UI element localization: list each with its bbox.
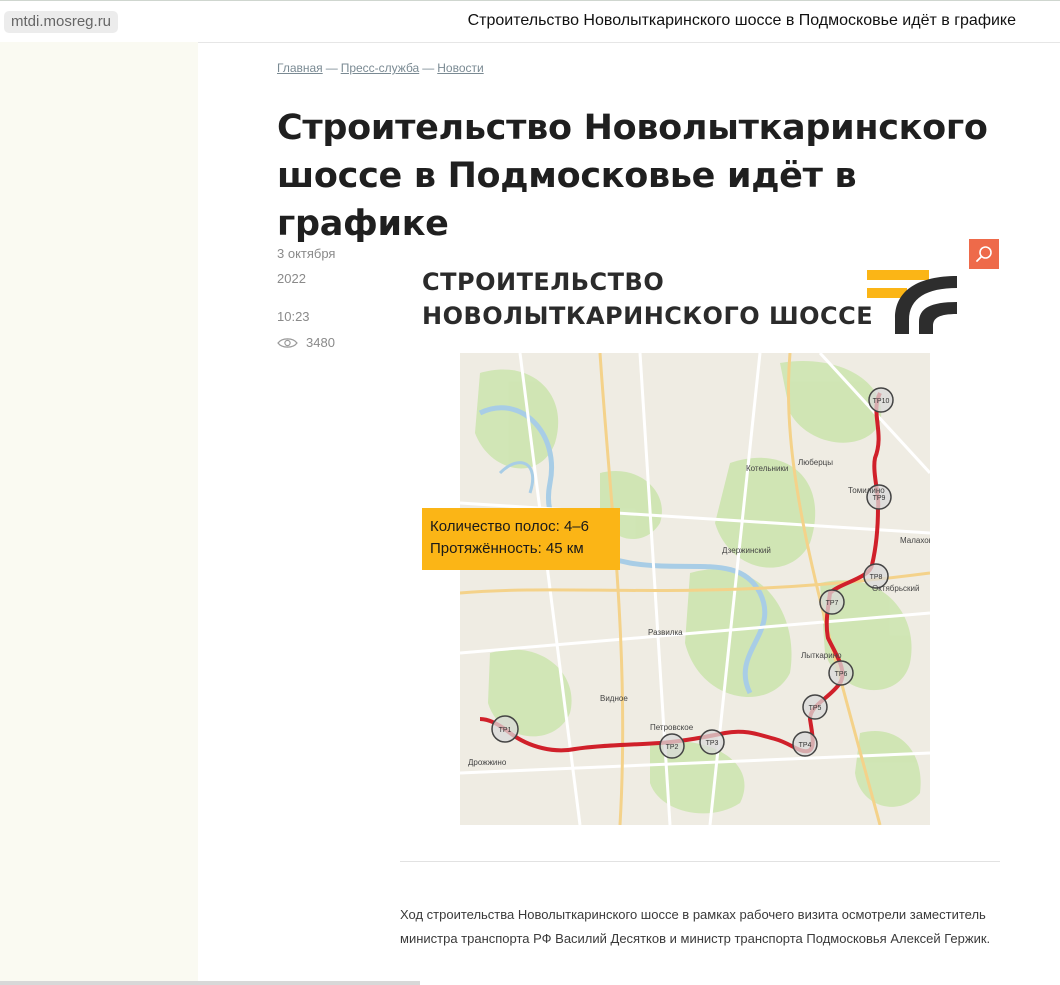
breadcrumb-home[interactable]: Главная <box>277 61 323 75</box>
svg-text:Дзержинский: Дзержинский <box>722 546 771 555</box>
image-title: СТРОИТЕЛЬСТВО НОВОЛЫТКАРИНСКОГО ШОССЕ <box>422 265 873 333</box>
svg-text:ТР10: ТР10 <box>873 398 890 405</box>
svg-text:Малаховка: Малаховка <box>900 536 930 545</box>
svg-text:Петровское: Петровское <box>650 723 694 732</box>
article-meta: 3 октября 2022 10:23 3480 <box>277 241 335 355</box>
map-graphic: ТР1 ТР2 ТР3 ТР4 ТР5 ТР6 ТР7 ТР8 ТР9 ТР10… <box>460 353 930 825</box>
date-day: 3 октября <box>277 246 336 261</box>
page-title: Строительство Новолыткаринского шоссе в … <box>277 108 988 244</box>
image-title-line2: НОВОЛЫТКАРИНСКОГО ШОССЕ <box>422 302 874 330</box>
svg-text:ТР9: ТР9 <box>873 495 886 502</box>
svg-text:Томилино: Томилино <box>848 486 885 495</box>
info-lanes: Количество полос: 4–6 <box>430 518 589 535</box>
svg-text:Люберцы: Люберцы <box>798 458 833 467</box>
svg-text:Котельники: Котельники <box>746 464 788 473</box>
article-body: Ход строительства Новолыткаринского шосс… <box>400 907 991 946</box>
article-image[interactable]: СТРОИТЕЛЬСТВО НОВОЛЫТКАРИНСКОГО ШОССЕ ТР… <box>400 240 1000 840</box>
svg-text:ТР5: ТР5 <box>809 705 822 712</box>
image-title-line1: СТРОИТЕЛЬСТВО <box>422 268 665 296</box>
svg-text:ТР1: ТР1 <box>499 727 512 734</box>
publish-time: 10:23 <box>277 309 310 324</box>
svg-text:Дрожжино: Дрожжино <box>468 758 507 767</box>
svg-text:Октябрьский: Октябрьский <box>872 584 919 593</box>
route-map[interactable]: ТР1 ТР2 ТР3 ТР4 ТР5 ТР6 ТР7 ТР8 ТР9 ТР10… <box>460 353 930 825</box>
breadcrumb-separator: — <box>325 61 338 75</box>
view-counter: 3480 <box>277 330 335 355</box>
svg-text:ТР3: ТР3 <box>706 740 719 747</box>
site-domain[interactable]: mtdi.mosreg.ru <box>4 11 119 33</box>
breadcrumb-separator: — <box>422 61 435 75</box>
zoom-button[interactable] <box>969 239 999 269</box>
breadcrumb-press[interactable]: Пресс-служба <box>341 61 420 75</box>
breadcrumb: Главная — Пресс-служба — Новости <box>277 61 484 75</box>
info-box: Количество полос: 4–6 Протяжённость: 45 … <box>422 508 620 570</box>
header-title: Строительство Новолыткаринского шоссе в … <box>467 12 1016 29</box>
svg-text:Видное: Видное <box>600 694 628 703</box>
breadcrumb-news[interactable]: Новости <box>437 61 483 75</box>
search-icon <box>976 246 992 262</box>
svg-text:ТР8: ТР8 <box>870 574 883 581</box>
date-year: 2022 <box>277 271 306 286</box>
svg-text:ТР7: ТР7 <box>826 600 839 607</box>
views-count: 3480 <box>306 335 335 350</box>
svg-text:ТР2: ТР2 <box>666 744 679 751</box>
info-length: Протяжённость: 45 км <box>430 540 584 557</box>
left-panel <box>0 42 198 985</box>
divider <box>400 861 1000 862</box>
horizontal-scrollbar[interactable] <box>0 981 420 985</box>
svg-text:Лыткарино: Лыткарино <box>801 651 842 660</box>
eye-icon <box>277 337 298 348</box>
svg-text:ТР4: ТР4 <box>799 742 812 749</box>
svg-text:Развилка: Развилка <box>648 628 683 637</box>
svg-text:ТР6: ТР6 <box>835 671 848 678</box>
road-logo-icon <box>867 270 957 334</box>
browser-header: mtdi.mosreg.ru Строительство Новолыткари… <box>0 0 1060 43</box>
